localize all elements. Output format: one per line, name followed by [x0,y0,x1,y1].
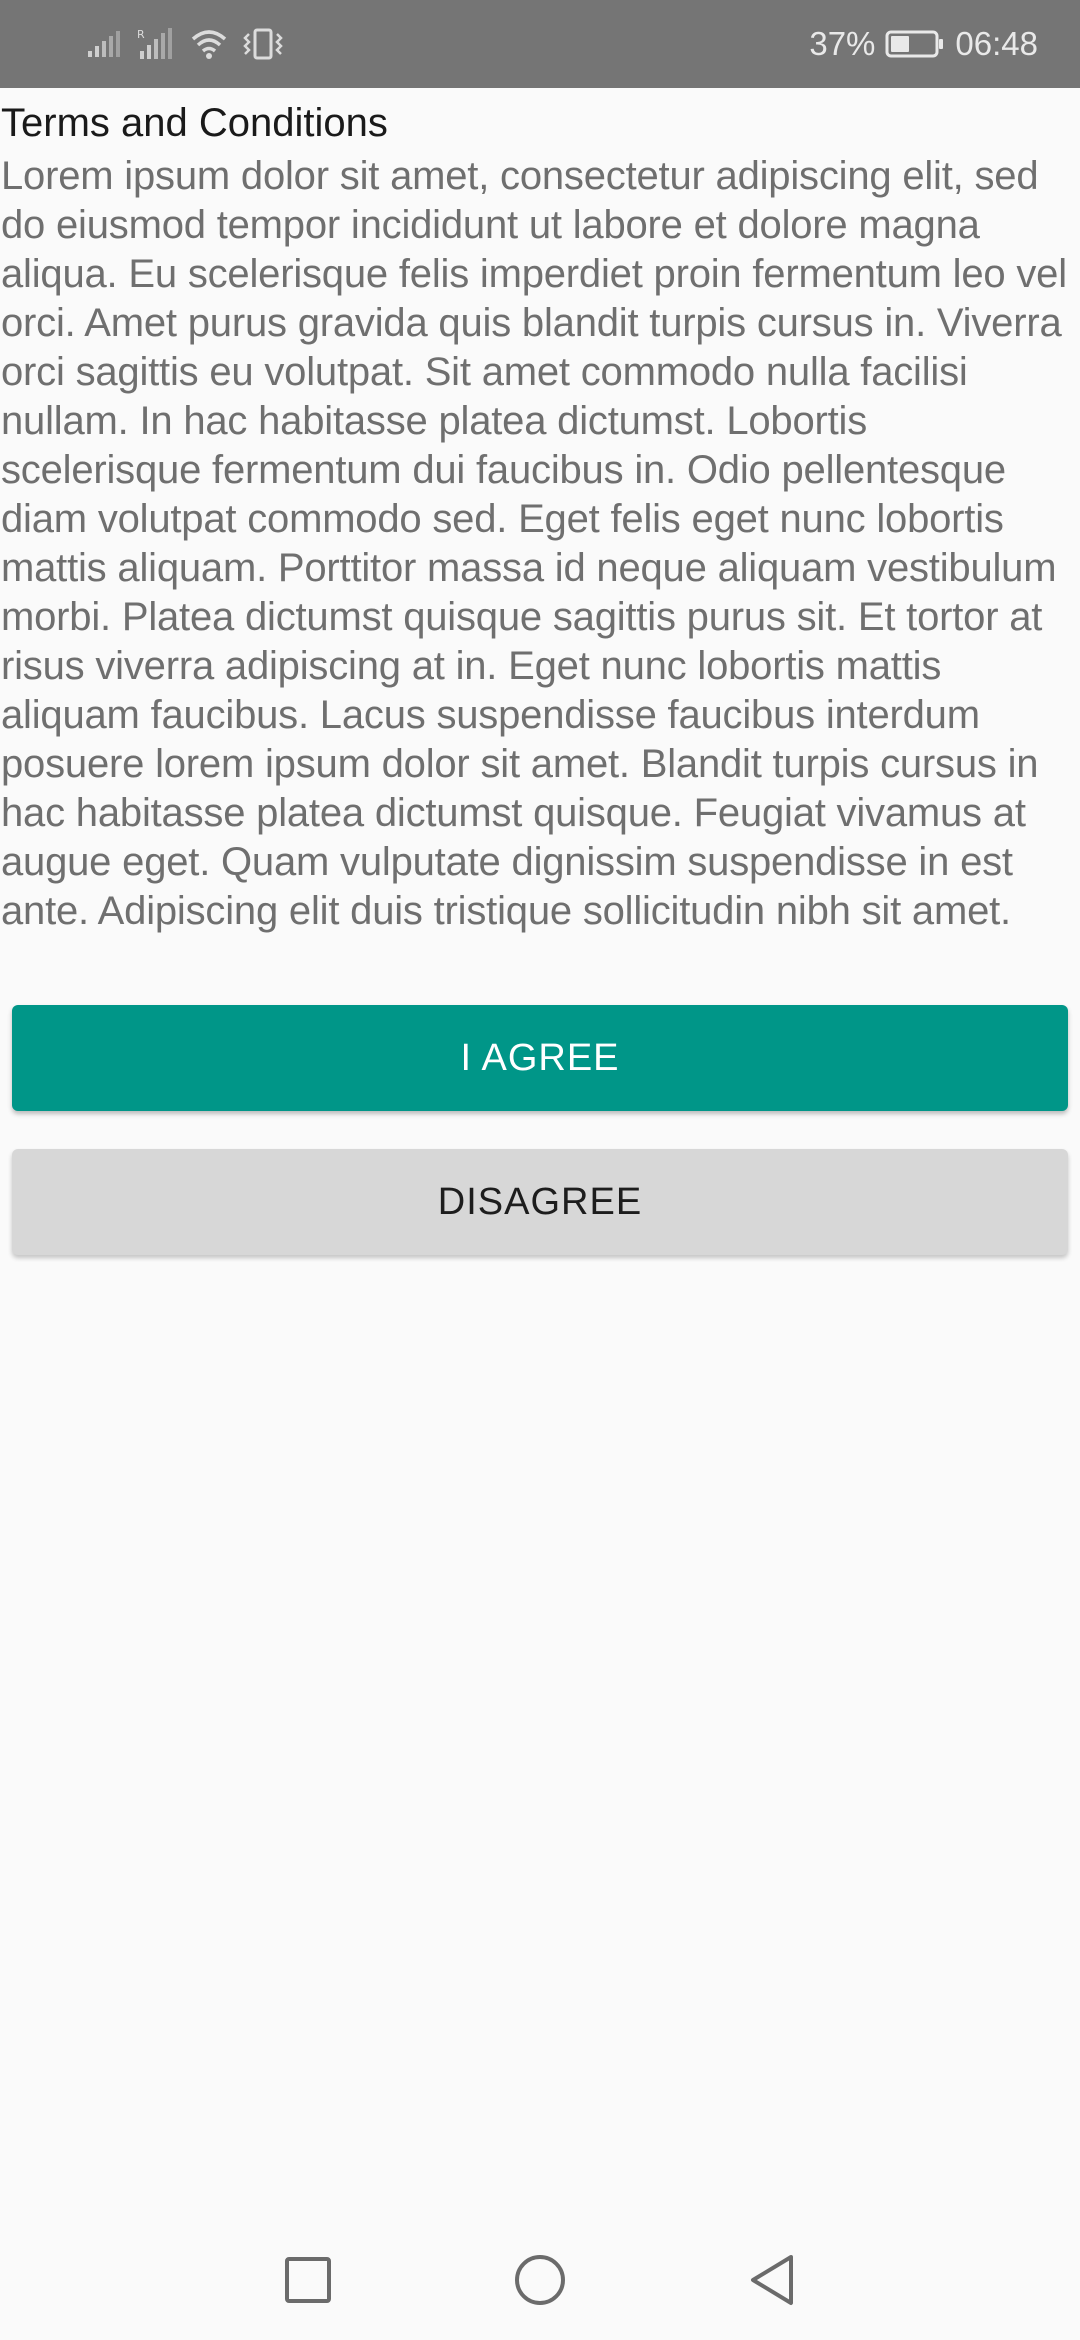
svg-text:R: R [137,28,145,41]
recents-button[interactable] [278,2250,338,2310]
home-button[interactable] [510,2250,570,2310]
navigation-bar [0,2220,1080,2340]
disagree-button[interactable]: DISAGREE [12,1149,1068,1255]
vibrate-icon [243,28,283,60]
signal-icon [88,31,120,57]
status-bar: R 37% 06:48 [0,0,1080,88]
agree-button[interactable]: I AGREE [12,1005,1068,1111]
recents-icon [285,2257,331,2303]
clock: 06:48 [955,25,1038,62]
back-icon [751,2255,793,2305]
home-icon [515,2255,565,2305]
terms-content: Terms and Conditions Lorem ipsum dolor s… [0,88,1080,936]
signal-roaming-icon: R [137,28,172,59]
battery-icon [885,30,944,58]
back-button[interactable] [742,2250,802,2310]
page-title: Terms and Conditions [1,101,388,145]
terms-screen: R 37% 06:48 Terms and Conditions Lorem i… [0,0,1080,2340]
battery-percent: 37% [809,25,876,62]
status-icons-left: R [86,22,284,66]
terms-body-text: Lorem ipsum dolor sit amet, consectetur … [1,154,1067,933]
wifi-icon [191,30,227,59]
status-icons-right: 37% 06:48 [809,0,1038,88]
